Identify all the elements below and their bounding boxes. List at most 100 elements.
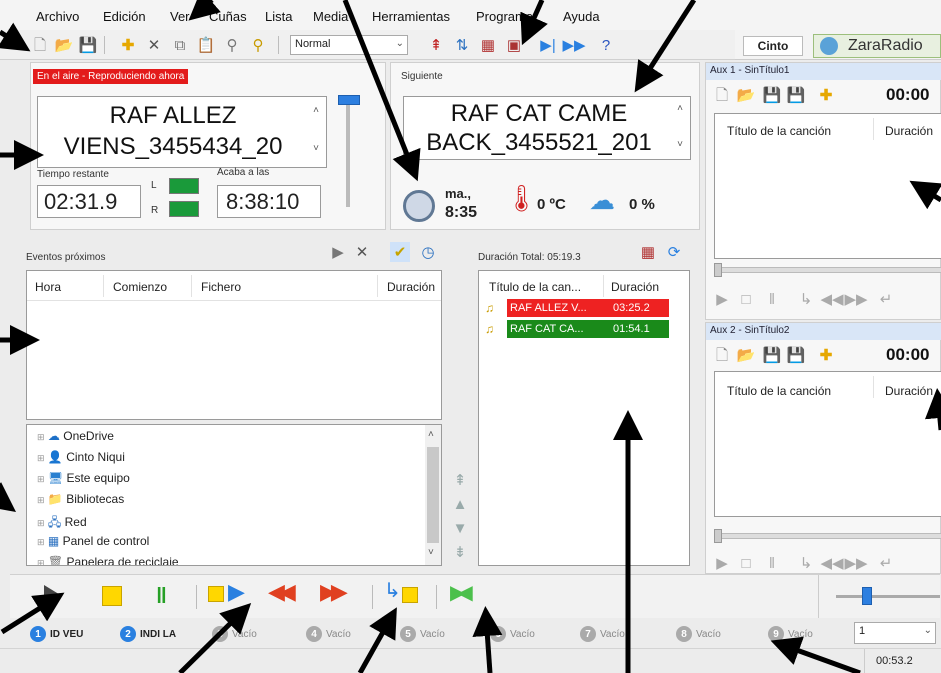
refresh-icon[interactable]: ⟳ [664, 242, 684, 262]
priority-icon[interactable]: ⇞ [426, 35, 446, 55]
col-duracion[interactable]: Duración [387, 280, 435, 294]
mode-select[interactable]: Normal ⌄ [290, 35, 408, 55]
save-icon[interactable]: 💾 [78, 35, 98, 55]
cart-slot-8[interactable]: 8 Vacío [676, 626, 721, 642]
col-duracion[interactable]: Duración [611, 280, 659, 294]
aux2-add-icon[interactable]: ✚ [816, 345, 836, 365]
master-volume-slider[interactable] [862, 587, 872, 605]
aux1-rewind-icon[interactable]: ◀◀ [820, 289, 843, 309]
cart-slot-2[interactable]: 2 INDI LA [120, 626, 176, 642]
aux2-loop-icon[interactable]: ↵ [876, 553, 896, 573]
col-fichero[interactable]: Fichero [201, 280, 241, 294]
calendar-icon[interactable]: ▣ [504, 35, 524, 55]
delete-icon[interactable]: ✕ [144, 35, 164, 55]
paste-icon[interactable]: 📋 [196, 35, 216, 55]
tree-item-panel-control[interactable]: ⊞ ▦ Panel de control [37, 534, 149, 548]
tree-item-papelera[interactable]: ⊞ 🗑 Papelera de reciclaje [37, 555, 179, 565]
aux2-save-icon[interactable]: 💾 [762, 345, 782, 365]
rewind-button[interactable]: ◀◀ [268, 581, 296, 603]
next-track-icon[interactable]: ▶| [538, 35, 558, 55]
play-event-icon[interactable]: ▶ [328, 242, 348, 262]
playlist-row[interactable]: ♫ RAF ALLEZ V... 03:25.2 [485, 299, 685, 317]
col-comienzo[interactable]: Comienzo [113, 280, 167, 294]
tree-scroll-thumb[interactable] [427, 447, 439, 543]
tree-item-onedrive[interactable]: ⊞ ☁ OneDrive [37, 429, 114, 443]
pause-button[interactable]: ‖ [156, 585, 167, 607]
playlist-calendar-icon[interactable]: ▦ [638, 242, 658, 262]
aux1-next-icon[interactable]: ↳ [796, 289, 816, 309]
cart-slot-3[interactable]: 3 Vacío [212, 626, 257, 642]
tree-item-bibliotecas[interactable]: ⊞ 📁 Bibliotecas [37, 492, 124, 506]
aux2-new-icon[interactable]: 🗋 [712, 345, 732, 365]
copy-icon[interactable]: ⧉ [170, 35, 190, 55]
fast-forward-button[interactable]: ▶▶ [320, 581, 348, 603]
aux1-col-titulo[interactable]: Título de la canción [727, 124, 831, 138]
aux1-save-icon[interactable]: 💾 [762, 85, 782, 105]
schedule-icon[interactable]: ▦ [478, 35, 498, 55]
aux2-progress[interactable] [714, 533, 941, 539]
aux2-open-icon[interactable]: 📂 [736, 345, 756, 365]
aux1-progress-thumb[interactable] [714, 263, 722, 277]
play-button[interactable] [44, 585, 62, 607]
aux2-save-as-icon[interactable]: 💾 [786, 345, 806, 365]
tree-item-user[interactable]: ⊞ 👤 Cinto Niqui [37, 450, 125, 464]
tree-item-este-equipo[interactable]: ⊞ 🖥 Este equipo [37, 471, 130, 485]
cart-slot-1[interactable]: 1 ID VEU [30, 626, 83, 642]
move-bottom-icon[interactable]: ⇟ [450, 542, 470, 562]
aux1-pause-icon[interactable]: ‖ [762, 289, 782, 309]
menu-herramientas[interactable]: Herramientas [372, 9, 450, 24]
cart-slot-7[interactable]: 7 Vacío [580, 626, 625, 642]
move-up-icon[interactable]: ▲ [450, 494, 470, 514]
move-down-icon[interactable]: ▼ [450, 518, 470, 538]
aux2-col-titulo[interactable]: Título de la canción [727, 384, 831, 398]
aux2-stop-icon[interactable]: □ [736, 553, 756, 573]
cart-slot-6[interactable]: 6 Vacío [490, 626, 535, 642]
tab-cinto[interactable]: Cinto [743, 36, 803, 56]
menu-lista[interactable]: Lista [265, 9, 292, 24]
menu-cunas[interactable]: Cuñas [209, 9, 247, 24]
col-titulo[interactable]: Título de la can... [489, 280, 581, 294]
sort-icon[interactable]: ⇅ [452, 35, 472, 55]
scroll-down-icon[interactable]: ˅ [309, 143, 323, 154]
col-hora[interactable]: Hora [35, 280, 61, 294]
open-folder-icon[interactable]: 📂 [54, 35, 74, 55]
aux2-progress-thumb[interactable] [714, 529, 722, 543]
aux2-forward-icon[interactable]: ▶▶ [844, 553, 867, 573]
menu-media[interactable]: Media [313, 9, 348, 24]
tab-zararadio[interactable]: ZaraRadio [813, 34, 941, 58]
menu-programa[interactable]: Programa [476, 9, 533, 24]
aux1-new-icon[interactable]: 🗋 [712, 85, 732, 105]
menu-ver[interactable]: Ver [170, 9, 190, 24]
cart-slot-5[interactable]: 5 Vacío [400, 626, 445, 642]
scroll-up-icon[interactable]: ˄ [309, 105, 323, 116]
crossfade-button[interactable]: ▶◀ [450, 583, 473, 603]
help-icon[interactable]: ? [596, 35, 616, 55]
next-button[interactable]: ▶ [228, 581, 245, 603]
tree-scrollbar[interactable]: ˄ ˅ [425, 425, 441, 565]
aux2-rewind-icon[interactable]: ◀◀ [820, 553, 843, 573]
aux2-next-icon[interactable]: ↳ [796, 553, 816, 573]
aux2-pause-icon[interactable]: ‖ [762, 553, 782, 573]
aux1-add-icon[interactable]: ✚ [816, 85, 836, 105]
aux1-play-icon[interactable]: ▶ [712, 289, 732, 309]
playlist-next-icon[interactable]: ▶▶ [562, 35, 585, 55]
aux1-progress[interactable] [714, 267, 941, 273]
volume-slider[interactable] [338, 95, 360, 105]
jump-button[interactable] [402, 587, 418, 603]
slot-page-select[interactable]: 1 ⌄ [854, 622, 936, 644]
move-top-icon[interactable]: ⇞ [450, 470, 470, 490]
aux2-play-icon[interactable]: ▶ [712, 553, 732, 573]
scroll-up-icon[interactable]: ˄ [673, 103, 687, 114]
playlist-row[interactable]: ♫ RAF CAT CA... 01:54.1 [485, 320, 685, 338]
cart-slot-9[interactable]: 9 Vacío [768, 626, 813, 642]
scroll-down-icon[interactable]: ˅ [673, 139, 687, 150]
check-event-icon[interactable]: ✔ [390, 242, 410, 262]
search-icon[interactable]: ⚲ [222, 35, 242, 55]
aux1-open-icon[interactable]: 📂 [736, 85, 756, 105]
aux1-save-as-icon[interactable]: 💾 [786, 85, 806, 105]
aux1-col-duracion[interactable]: Duración [885, 124, 933, 138]
cart-slot-4[interactable]: 4 Vacío [306, 626, 351, 642]
add-icon[interactable]: ✚ [118, 35, 138, 55]
aux1-loop-icon[interactable]: ↵ [876, 289, 896, 309]
new-file-icon[interactable]: 🗋 [30, 35, 50, 55]
